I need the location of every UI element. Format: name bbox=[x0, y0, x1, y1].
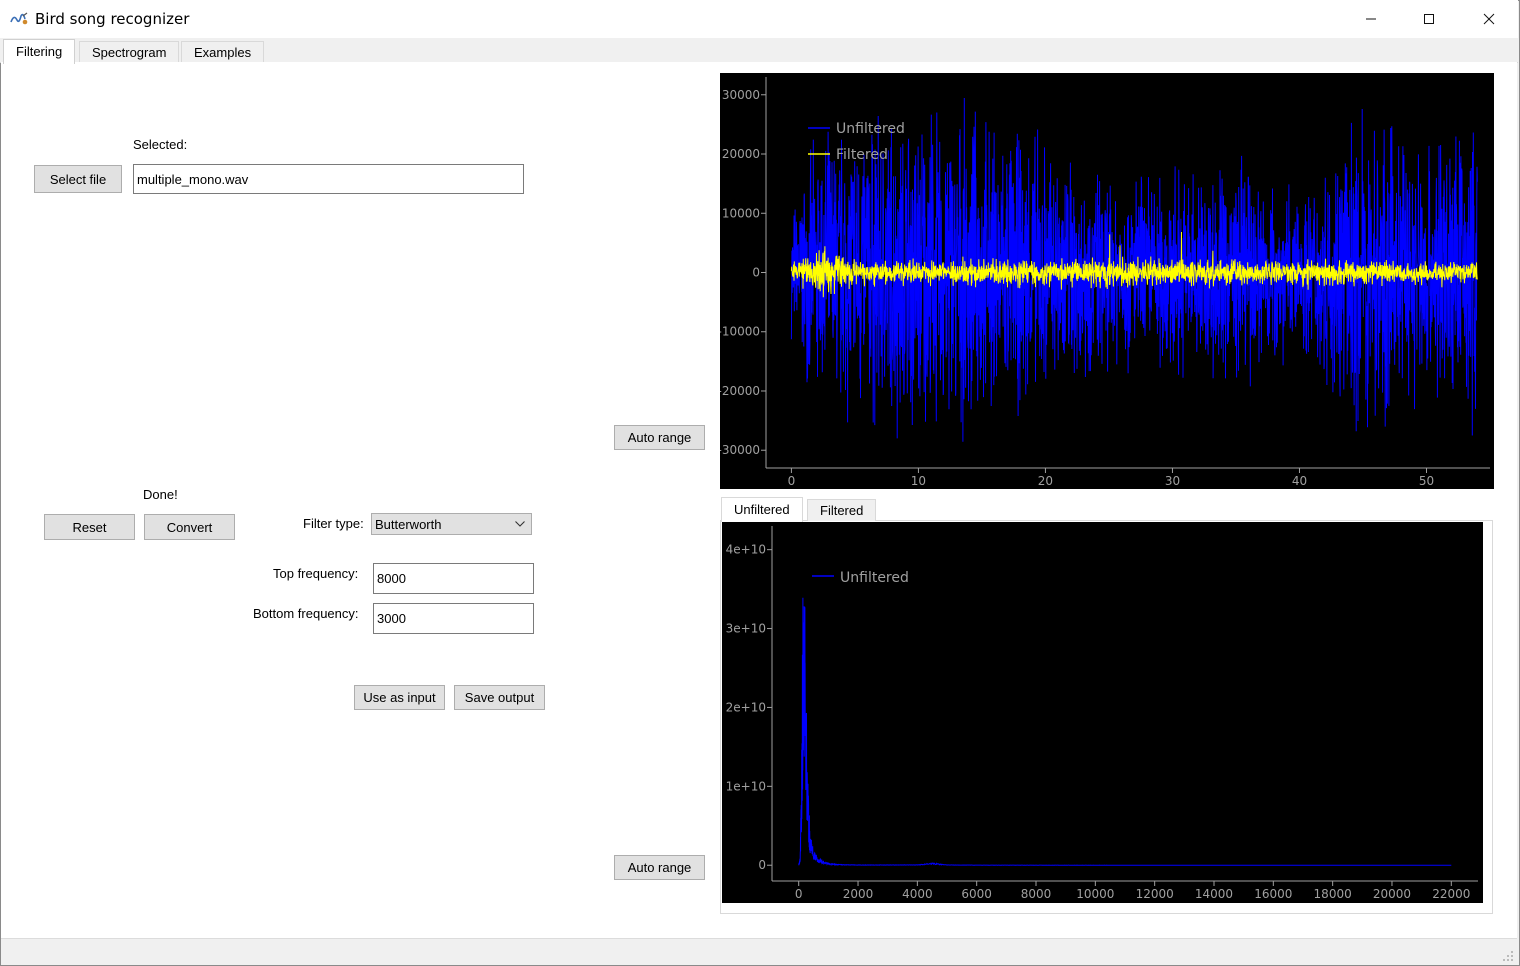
x-tick-label: 0 bbox=[795, 887, 803, 901]
x-tick-label: 20 bbox=[1038, 474, 1053, 488]
maximize-icon bbox=[1424, 14, 1434, 24]
y-tick-label: 0 bbox=[752, 266, 760, 280]
bottom-frequency-label: Bottom frequency: bbox=[253, 606, 359, 621]
y-tick-label: 30000 bbox=[722, 88, 760, 102]
tab-spectrogram[interactable]: Spectrogram bbox=[79, 41, 180, 63]
x-tick-label: 10 bbox=[911, 474, 926, 488]
spectrum-chart: 0 1e+10 2e+10 3e+10 4e+10 0 2000 4000 6000 8000 10… bbox=[726, 526, 1478, 901]
y-tick-label: -20000 bbox=[720, 384, 760, 398]
y-tick-label: 20000 bbox=[722, 147, 760, 161]
minimize-button[interactable] bbox=[1342, 0, 1400, 38]
filter-type-select[interactable]: Butterworth bbox=[371, 513, 532, 535]
x-tick-label: 12000 bbox=[1136, 887, 1174, 901]
x-tick-label: 18000 bbox=[1314, 887, 1352, 901]
waveform-plot[interactable]: 30000 20000 10000 0 -10000 -20000 -30000 0 10 20 3… bbox=[720, 73, 1494, 489]
close-button[interactable] bbox=[1460, 0, 1518, 38]
y-tick-label: 0 bbox=[758, 858, 766, 872]
convert-button[interactable]: Convert bbox=[144, 514, 235, 540]
waveform-chart: 30000 20000 10000 0 -10000 -20000 -30000 0 10 20 3… bbox=[720, 77, 1490, 488]
y-tick-label: -30000 bbox=[720, 443, 760, 457]
title-bar: Bird song recognizer bbox=[0, 0, 1518, 38]
filename-field[interactable]: multiple_mono.wav bbox=[133, 164, 524, 194]
tab-filtering[interactable]: Filtering bbox=[3, 39, 76, 64]
legend-label: Unfiltered bbox=[840, 570, 909, 586]
x-tick-label: 10000 bbox=[1076, 887, 1114, 901]
top-frequency-input[interactable]: 8000 bbox=[373, 563, 534, 594]
reset-button[interactable]: Reset bbox=[44, 514, 135, 540]
status-bar bbox=[1, 938, 1517, 965]
maximize-button[interactable] bbox=[1400, 0, 1458, 38]
spectrum-plot[interactable]: 0 1e+10 2e+10 3e+10 4e+10 0 2000 4000 6000 8000 10… bbox=[722, 522, 1483, 903]
save-output-button[interactable]: Save output bbox=[454, 685, 545, 710]
filter-type-value: Butterworth bbox=[375, 516, 442, 532]
y-tick-label: 4e+10 bbox=[726, 543, 766, 557]
legend-label: Unfiltered bbox=[836, 121, 905, 137]
use-as-input-button[interactable]: Use as input bbox=[354, 685, 445, 710]
series-unfiltered bbox=[798, 597, 1452, 867]
close-icon bbox=[1483, 13, 1495, 25]
x-tick-label: 50 bbox=[1419, 474, 1434, 488]
filter-type-label: Filter type: bbox=[303, 516, 364, 531]
resize-grip-icon[interactable] bbox=[1502, 950, 1514, 962]
x-tick-label: 2000 bbox=[843, 887, 874, 901]
x-tick-label: 14000 bbox=[1195, 887, 1233, 901]
tab-examples[interactable]: Examples bbox=[181, 41, 265, 63]
x-tick-label: 40 bbox=[1292, 474, 1307, 488]
legend-label: Filtered bbox=[836, 147, 888, 163]
x-tick-label: 16000 bbox=[1254, 887, 1292, 901]
app-icon bbox=[10, 12, 28, 25]
auto-range-button-bottom[interactable]: Auto range bbox=[614, 855, 705, 880]
select-file-button[interactable]: Select file bbox=[34, 165, 122, 193]
y-tick-label: -10000 bbox=[720, 325, 760, 339]
y-tick-label: 2e+10 bbox=[726, 700, 766, 714]
top-frequency-label: Top frequency: bbox=[273, 566, 359, 581]
subtab-unfiltered[interactable]: Unfiltered bbox=[721, 497, 803, 522]
status-text: Done! bbox=[143, 487, 178, 502]
y-tick-label: 1e+10 bbox=[726, 779, 766, 793]
y-tick-label: 3e+10 bbox=[726, 622, 766, 636]
subtab-filtered[interactable]: Filtered bbox=[807, 499, 877, 521]
x-tick-label: 4000 bbox=[902, 887, 933, 901]
selected-label: Selected: bbox=[133, 137, 188, 152]
x-tick-label: 6000 bbox=[961, 887, 992, 901]
y-tick-label: 10000 bbox=[722, 206, 760, 220]
minimize-icon bbox=[1366, 18, 1376, 20]
x-tick-label: 20000 bbox=[1373, 887, 1411, 901]
window-title: Bird song recognizer bbox=[35, 10, 190, 28]
bottom-frequency-input[interactable]: 3000 bbox=[373, 603, 534, 634]
auto-range-button-top[interactable]: Auto range bbox=[614, 425, 705, 450]
chevron-down-icon bbox=[515, 521, 525, 527]
x-tick-label: 0 bbox=[788, 474, 796, 488]
x-tick-label: 30 bbox=[1165, 474, 1180, 488]
x-tick-label: 8000 bbox=[1021, 887, 1052, 901]
x-tick-label: 22000 bbox=[1432, 887, 1470, 901]
